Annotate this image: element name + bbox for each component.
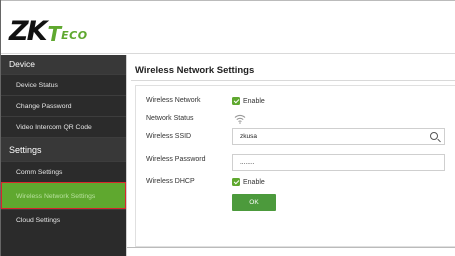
- page-title: Wireless Network Settings: [135, 65, 255, 76]
- sidebar-item-video-intercom-qr-code[interactable]: Video Intercom QR Code: [1, 116, 126, 137]
- wireless-ssid-input[interactable]: zkusa: [232, 128, 445, 145]
- sidebar-item-cloud-settings[interactable]: Cloud Settings: [1, 209, 126, 230]
- bottom-divider: [127, 247, 455, 248]
- logo-t-text: T: [47, 22, 62, 46]
- sidebar-item-change-password[interactable]: Change Password: [1, 95, 126, 116]
- sidebar: Device Device Status Change Password Vid…: [1, 55, 126, 256]
- sidebar-item-comm-settings[interactable]: Comm Settings: [1, 161, 126, 182]
- sidebar-section-settings[interactable]: Settings: [1, 137, 126, 161]
- sidebar-item-wireless-network-settings[interactable]: Wireless Network Settings: [1, 182, 126, 209]
- wireless-dhcp-enable-label: Enable: [243, 178, 265, 186]
- sidebar-section-device[interactable]: Device: [1, 55, 126, 74]
- title-divider: [131, 80, 455, 81]
- wireless-ssid-label: Wireless SSID: [146, 133, 192, 140]
- logo-eco-text: ECO: [61, 29, 88, 42]
- settings-panel: Wireless Network Enable Network Status W…: [135, 85, 455, 247]
- main-content: Wireless Network Settings Wireless Netwo…: [126, 55, 455, 256]
- wireless-password-input[interactable]: ........: [232, 154, 445, 171]
- wireless-ssid-value: zkusa: [240, 133, 257, 140]
- sidebar-item-device-status[interactable]: Device Status: [1, 74, 126, 95]
- checkbox-checked-icon: [232, 97, 240, 105]
- logo-zk-text: ZK: [9, 16, 47, 47]
- wireless-network-label: Wireless Network: [146, 97, 201, 104]
- wireless-network-enable-checkbox[interactable]: Enable: [232, 97, 265, 105]
- wireless-dhcp-label: Wireless DHCP: [146, 178, 195, 185]
- frame-left-line: [0, 0, 1, 256]
- wireless-network-enable-label: Enable: [243, 97, 265, 105]
- checkbox-checked-icon: [232, 178, 240, 186]
- header-bar: ZK T ECO: [0, 0, 455, 54]
- frame-top-line: [0, 0, 455, 1]
- wireless-dhcp-enable-checkbox[interactable]: Enable: [232, 178, 265, 186]
- wifi-icon: [234, 114, 246, 124]
- zkteco-logo: ZK T ECO: [9, 17, 88, 47]
- wireless-password-label: Wireless Password: [146, 156, 206, 163]
- search-icon[interactable]: [430, 132, 438, 140]
- network-status-label: Network Status: [146, 115, 194, 122]
- wireless-password-value: ........: [240, 159, 255, 166]
- ok-button[interactable]: OK: [232, 194, 276, 211]
